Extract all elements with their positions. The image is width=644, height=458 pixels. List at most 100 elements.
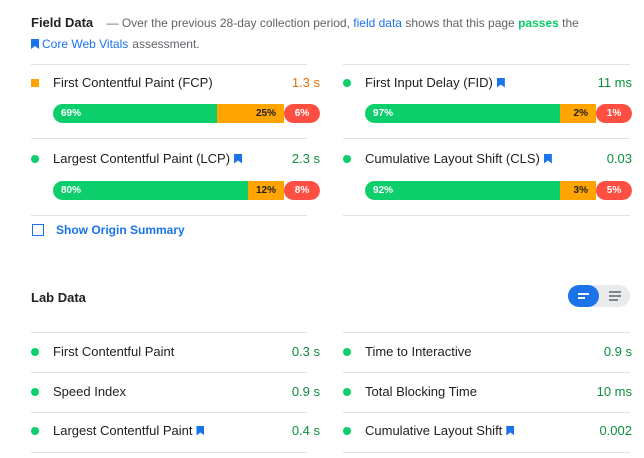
divider (31, 138, 307, 139)
circle-pass-icon (31, 426, 39, 435)
metric-label-wrap: Cumulative Layout Shift (365, 423, 515, 438)
metric-label: Cumulative Layout Shift (365, 423, 503, 438)
description-pre: Over the previous 28-day collection peri… (121, 16, 350, 30)
circle-pass-icon (343, 78, 351, 87)
list-view-button[interactable] (568, 285, 599, 307)
metric-label: Cumulative Layout Shift (CLS) (365, 151, 540, 166)
bookmark-icon (496, 77, 505, 88)
compact-view-icon (608, 291, 621, 301)
metric-label: Speed Index (53, 384, 127, 399)
show-origin-summary-toggle[interactable]: Show Origin Summary (32, 223, 185, 237)
bookmark-icon (196, 425, 205, 436)
distribution-bar-fid: 97% 2% 1% (365, 104, 632, 123)
dist-fast-segment: 69% (53, 104, 218, 123)
checkbox-icon[interactable] (32, 224, 44, 236)
cwv-line: Core Web Vitals assessment. (31, 37, 200, 51)
bookmark-icon (506, 425, 515, 436)
field-data-header: Field Data — Over the previous 28-day co… (31, 12, 631, 34)
core-web-vitals-link[interactable]: Core Web Vitals (42, 37, 128, 51)
dist-fast-segment: 80% (53, 181, 248, 200)
distribution-bar-fcp: 69% 25% 6% (53, 104, 320, 123)
circle-pass-icon (343, 387, 351, 396)
divider (31, 332, 307, 333)
distribution-bar-cls: 92% 3% 5% (365, 181, 632, 200)
metric-value: 0.3 s (291, 344, 320, 359)
bookmark-icon (543, 153, 552, 164)
metric-label: Largest Contentful Paint (LCP) (53, 151, 231, 166)
field-metric-lcp: Largest Contentful Paint (LCP) 2.3 s (31, 151, 320, 166)
metric-value: 0.03 (606, 151, 632, 166)
divider (343, 215, 630, 216)
metric-value: 1.3 s (291, 75, 320, 90)
metric-value: 0.002 (599, 423, 632, 438)
metric-value: 0.9 s (291, 384, 320, 399)
divider (343, 372, 630, 373)
divider (343, 452, 630, 453)
divider (343, 412, 630, 413)
divider (343, 64, 630, 65)
divider (31, 215, 307, 216)
distribution-bar-lcp: 80% 12% 8% (53, 181, 320, 200)
field-data-title: Field Data (31, 15, 94, 30)
square-average-icon (31, 78, 39, 87)
compact-view-button[interactable] (599, 285, 630, 307)
divider (31, 64, 307, 65)
divider (31, 372, 307, 373)
origin-summary-label: Show Origin Summary (56, 223, 185, 237)
dist-slow-segment: 1% (596, 104, 632, 123)
circle-pass-icon (343, 426, 351, 435)
metric-label: First Input Delay (FID) (365, 75, 493, 90)
lab-metric-tti: Time to Interactive 0.9 s (343, 344, 632, 359)
dist-fast-segment: 97% (365, 104, 560, 123)
metric-label-wrap: First Input Delay (FID) (365, 75, 505, 90)
metric-label-wrap: Largest Contentful Paint (53, 423, 205, 438)
lab-metric-cls: Cumulative Layout Shift 0.002 (343, 423, 632, 438)
metric-value: 2.3 s (291, 151, 320, 166)
lab-metric-lcp: Largest Contentful Paint 0.4 s (31, 423, 320, 438)
bookmark-icon (234, 153, 243, 164)
dist-average-segment: 25% (217, 104, 284, 123)
dist-average-segment: 2% (560, 104, 596, 123)
lab-metric-tbt: Total Blocking Time 10 ms (343, 384, 632, 399)
view-toggle[interactable] (568, 285, 630, 307)
cwv-post-text: assessment. (132, 37, 200, 51)
circle-pass-icon (31, 387, 39, 396)
divider (343, 138, 630, 139)
divider (31, 452, 307, 453)
metric-value: 11 ms (597, 75, 632, 90)
dist-average-segment: 12% (248, 181, 285, 200)
metric-label: Time to Interactive (365, 344, 472, 359)
field-metric-fcp: First Contentful Paint (FCP) 1.3 s (31, 75, 320, 90)
metric-label: First Contentful Paint (FCP) (53, 75, 213, 90)
field-metric-cls: Cumulative Layout Shift (CLS) 0.03 (343, 151, 632, 166)
lab-metric-fcp: First Contentful Paint 0.3 s (31, 344, 320, 359)
metric-label-wrap: Largest Contentful Paint (LCP) (53, 151, 243, 166)
description-mid: shows that this page (405, 16, 515, 30)
dist-slow-segment: 5% (596, 181, 632, 200)
dist-average-segment: 3% (560, 181, 596, 200)
dist-slow-segment: 6% (284, 104, 320, 123)
lab-data-title: Lab Data (31, 290, 86, 305)
description-post: the (562, 16, 579, 30)
description-dash: — (106, 16, 119, 30)
metric-label: Total Blocking Time (365, 384, 477, 399)
metric-label: Largest Contentful Paint (53, 423, 193, 438)
lab-metric-si: Speed Index 0.9 s (31, 384, 320, 399)
field-metric-fid: First Input Delay (FID) 11 ms (343, 75, 632, 90)
metric-value: 10 ms (596, 384, 632, 399)
dist-fast-segment: 92% (365, 181, 560, 200)
metric-label-wrap: Cumulative Layout Shift (CLS) (365, 151, 552, 166)
circle-pass-icon (343, 347, 351, 356)
circle-pass-icon (343, 154, 351, 163)
bookmark-icon (31, 39, 39, 49)
circle-pass-icon (31, 347, 39, 356)
divider (343, 332, 630, 333)
divider (31, 412, 307, 413)
field-data-link[interactable]: field data (353, 16, 402, 30)
metric-label: First Contentful Paint (53, 344, 175, 359)
dist-slow-segment: 8% (284, 181, 320, 200)
assessment-status: passes (518, 16, 559, 30)
metric-value: 0.4 s (291, 423, 320, 438)
circle-pass-icon (31, 154, 39, 163)
metric-value: 0.9 s (603, 344, 632, 359)
